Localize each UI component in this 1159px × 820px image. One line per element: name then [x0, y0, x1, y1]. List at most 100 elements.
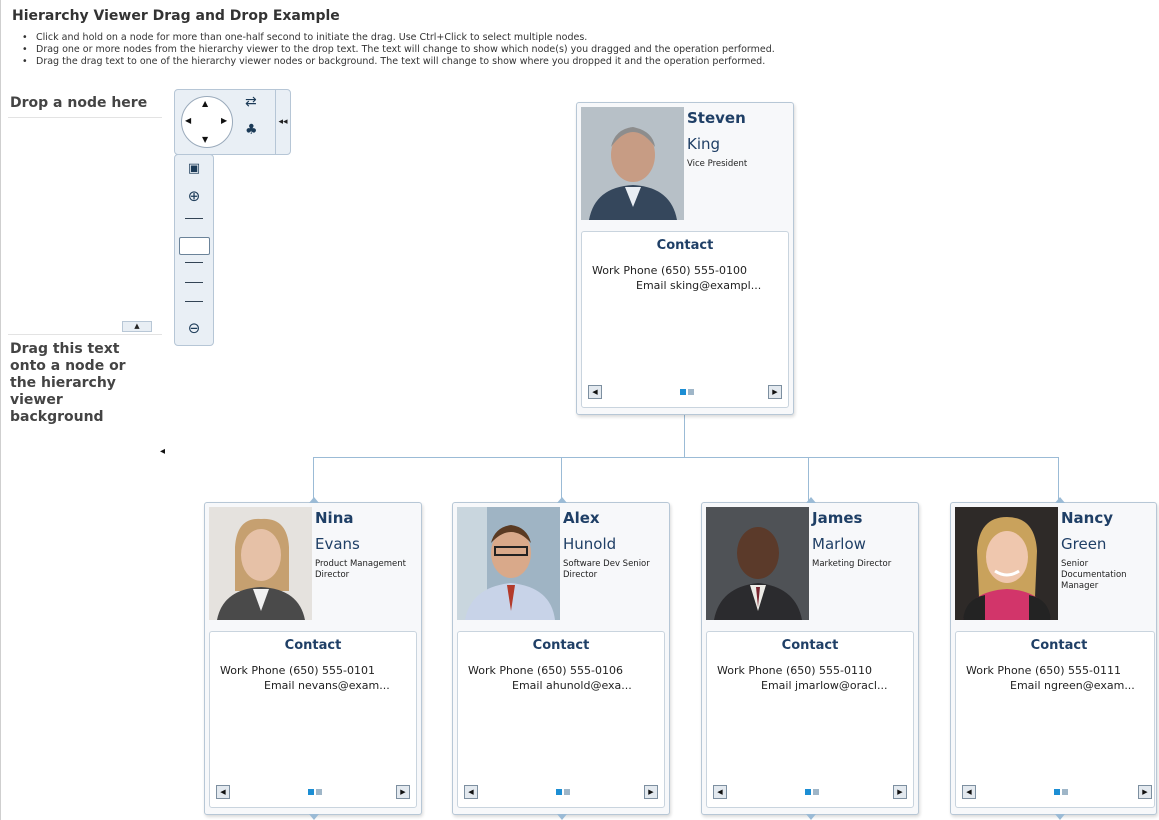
instruction-item: Drag the drag text to one of the hierarc…: [22, 56, 775, 68]
pan-control-icon[interactable]: ▲ ▼ ◀ ▶: [181, 96, 233, 148]
phone-label: Work Phone: [592, 264, 658, 277]
next-panel-button[interactable]: ▶: [1138, 785, 1152, 799]
contact-heading: Contact: [532, 638, 590, 653]
pan-right-icon[interactable]: ▶: [221, 116, 227, 125]
panel-indicator-active[interactable]: [556, 789, 562, 795]
phone-label: Work Phone: [220, 664, 286, 677]
work-phone: Work Phone (650) 555-0111: [966, 664, 1121, 677]
splitter-collapse-icon[interactable]: ◂: [160, 446, 165, 457]
employee-photo: [581, 107, 684, 220]
connector-notch: [309, 814, 319, 820]
drag-source-text[interactable]: Drag this text onto a node or the hierar…: [10, 341, 150, 426]
phone-value: (650) 555-0100: [660, 264, 747, 277]
drop-target-text[interactable]: Drop a node here: [10, 95, 147, 111]
next-panel-button[interactable]: ▶: [768, 385, 782, 399]
zoom-tick: [185, 262, 203, 263]
connector-line: [808, 457, 809, 502]
zoom-in-icon[interactable]: ⊕: [175, 187, 213, 205]
connector-line: [561, 457, 562, 502]
employee-title: Senior Documentation Manager: [1061, 559, 1127, 591]
zoom-out-icon[interactable]: ⊖: [175, 319, 213, 337]
prev-panel-button[interactable]: ◀: [216, 785, 230, 799]
employee-last-name: Hunold: [563, 535, 617, 553]
prev-panel-button[interactable]: ◀: [713, 785, 727, 799]
panel-indicator[interactable]: [688, 389, 694, 395]
panel-indicator[interactable]: [564, 789, 570, 795]
divider: [8, 117, 162, 118]
connector-line: [313, 457, 314, 502]
email-value: ngreen@exam...: [1044, 679, 1135, 692]
hierarchy-node[interactable]: James Marlow Marketing Director Contact …: [701, 497, 919, 820]
pan-left-icon[interactable]: ◀: [185, 116, 191, 125]
prev-panel-button[interactable]: ◀: [464, 785, 478, 799]
contact-heading: Contact: [781, 638, 839, 653]
panel-divider: [0, 0, 1, 820]
collapse-panel-icon[interactable]: ◂◂: [275, 90, 290, 154]
next-panel-button[interactable]: ▶: [644, 785, 658, 799]
contact-panel: Contact Work Phone (650) 555-0110 Email …: [706, 631, 914, 808]
email: Email sking@exampl...: [636, 279, 761, 292]
contact-panel: Contact Work Phone (650) 555-0100 Email …: [581, 231, 789, 408]
panel-indicator-active[interactable]: [1054, 789, 1060, 795]
instructions-list: Click and hold on a node for more than o…: [22, 32, 775, 68]
layout-icon[interactable]: ⇄: [245, 94, 257, 110]
employee-last-name: King: [687, 135, 721, 153]
hierarchy-node[interactable]: Nancy Green Senior Documentation Manager…: [950, 497, 1157, 820]
work-phone: Work Phone (650) 555-0100: [592, 264, 747, 277]
employee-photo: [706, 507, 809, 620]
phone-value: (650) 555-0111: [1034, 664, 1121, 677]
prev-panel-button[interactable]: ◀: [588, 385, 602, 399]
email: Email ngreen@exam...: [1010, 679, 1135, 692]
connector-notch: [806, 497, 816, 503]
email-value: nevans@exam...: [298, 679, 390, 692]
hierarchy-node[interactable]: Nina Evans Product Management Director C…: [204, 497, 422, 820]
email-label: Email: [761, 679, 792, 692]
employee-first-name: Nina: [315, 509, 354, 527]
hierarchy-node[interactable]: Steven King Vice President Contact Work …: [576, 102, 794, 415]
connector-line: [1058, 457, 1059, 502]
email-label: Email: [512, 679, 543, 692]
panel-indicator-active[interactable]: [805, 789, 811, 795]
contact-heading: Contact: [656, 238, 714, 253]
employee-first-name: Nancy: [1061, 509, 1114, 527]
zoom-control: ▣ ⊕ ⊖: [174, 154, 214, 346]
page-title: Hierarchy Viewer Drag and Drop Example: [12, 8, 340, 24]
collapse-up-button[interactable]: ▲: [122, 321, 152, 332]
prev-panel-button[interactable]: ◀: [962, 785, 976, 799]
panel-indicator[interactable]: [813, 789, 819, 795]
employee-title: Vice President: [687, 159, 748, 169]
pan-up-icon[interactable]: ▲: [202, 99, 208, 108]
contact-panel: Contact Work Phone (650) 555-0111 Email …: [955, 631, 1155, 808]
zoom-to-fit-icon[interactable]: ▣: [175, 161, 213, 176]
panel-indicator-active[interactable]: [680, 389, 686, 395]
contact-panel: Contact Work Phone (650) 555-0101 Email …: [209, 631, 417, 808]
contact-heading: Contact: [1030, 638, 1088, 653]
work-phone: Work Phone (650) 555-0106: [468, 664, 623, 677]
pan-down-icon[interactable]: ▼: [202, 135, 208, 144]
panel-indicator[interactable]: [316, 789, 322, 795]
employee-title: Marketing Director: [812, 559, 892, 569]
hierarchy-icon[interactable]: ♣: [245, 122, 258, 138]
connector-notch: [806, 814, 816, 820]
email: Email ahunold@exa...: [512, 679, 632, 692]
connector-notch: [309, 497, 319, 503]
employee-first-name: Steven: [687, 109, 746, 127]
employee-photo: [209, 507, 312, 620]
connector-notch: [557, 814, 567, 820]
employee-first-name: Alex: [563, 509, 600, 527]
panel-indicator[interactable]: [1062, 789, 1068, 795]
phone-label: Work Phone: [468, 664, 534, 677]
email: Email nevans@exam...: [264, 679, 390, 692]
next-panel-button[interactable]: ▶: [893, 785, 907, 799]
phone-label: Work Phone: [717, 664, 783, 677]
employee-last-name: Green: [1061, 535, 1107, 553]
zoom-tick: [185, 301, 203, 302]
employee-title: Product Management Director: [315, 559, 406, 580]
zoom-slider-thumb[interactable]: [179, 237, 210, 255]
zoom-tick: [185, 282, 203, 283]
next-panel-button[interactable]: ▶: [396, 785, 410, 799]
panel-indicator-active[interactable]: [308, 789, 314, 795]
hierarchy-node[interactable]: Alex Hunold Software Dev Senior Director…: [452, 497, 670, 820]
employee-title: Software Dev Senior Director: [563, 559, 650, 580]
employee-last-name: Evans: [315, 535, 360, 553]
